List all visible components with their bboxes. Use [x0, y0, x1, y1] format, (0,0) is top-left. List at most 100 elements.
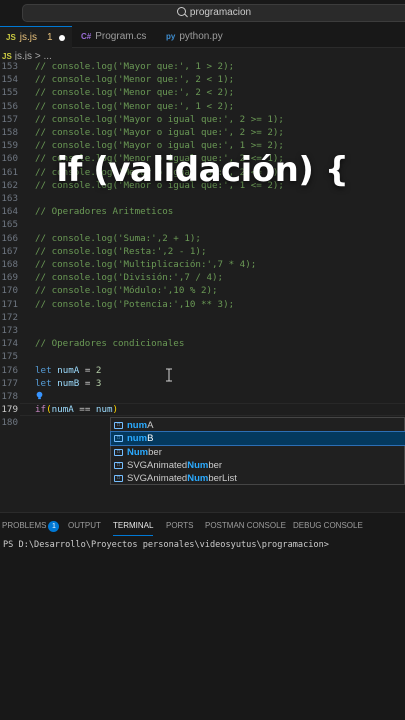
code-line[interactable]: 176 let numA = 2	[0, 364, 405, 377]
code-line[interactable]: 173	[0, 324, 405, 337]
tab-debug-console[interactable]: DEBUG CONSOLE	[293, 520, 363, 532]
code-line[interactable]: 179 if(numA == num)	[0, 403, 405, 416]
line-number: 176	[1, 364, 18, 376]
problem-count: 1	[47, 32, 53, 43]
tab-js[interactable]: JS js.js 1	[0, 26, 72, 48]
line-number: 171	[1, 298, 18, 310]
suggestion-item[interactable]: □ numA	[111, 419, 405, 432]
code-text[interactable]: if(numA == num)	[35, 403, 118, 416]
code-text[interactable]: // console.log('Menor que:', 1 < 2);	[35, 100, 234, 113]
line-number: 163	[1, 193, 18, 204]
autocomplete-suggestions[interactable]: □ numA □ numB □ Number □ SVGAnimatedNumber □ SVGA…	[110, 417, 405, 485]
lightbulb-icon[interactable]	[35, 391, 44, 400]
suggestion-suffix: A	[147, 420, 154, 431]
suggestion-item[interactable]: □ SVGAnimatedNumber	[111, 459, 405, 472]
code-text[interactable]: // console.log('Suma:',2 + 1);	[35, 232, 201, 245]
bottom-panel: PROBLEMS 1 OUTPUT TERMINAL PORTS POSTMAN …	[0, 512, 405, 720]
line-number: 172	[1, 311, 18, 323]
line-number: 166	[1, 232, 18, 244]
code-line[interactable]: 155 // console.log('Menor que:', 2 < 2);	[0, 86, 405, 99]
code-text[interactable]: // console.log('Mayor o igual que:', 2 >…	[35, 126, 284, 139]
code-text[interactable]: // console.log('Mayor o igual que:', 2 >…	[35, 113, 284, 126]
code-line[interactable]: 163	[0, 192, 405, 205]
tab-postman-console[interactable]: POSTMAN CONSOLE	[205, 520, 286, 532]
code-line[interactable]: 178	[0, 390, 405, 403]
line-number: 156	[1, 100, 18, 112]
code-text[interactable]: // console.log('Menor que:', 2 < 1);	[35, 73, 234, 86]
suggestion-prefix: SVGAnimated	[127, 473, 188, 485]
suggestion-suffix: berList	[208, 473, 237, 485]
line-number: 165	[1, 219, 18, 231]
suggestion-item[interactable]: □ numB	[110, 431, 405, 447]
code-line[interactable]: 165	[0, 218, 405, 231]
code-text[interactable]: // console.log('Menor que:', 2 < 2);	[35, 86, 234, 99]
code-line[interactable]: 171 // console.log('Potencia:',10 ** 3);	[0, 298, 405, 311]
suggestion-match: num	[127, 433, 148, 445]
suggestion-suffix: ber	[208, 459, 223, 471]
line-number: 180	[1, 417, 18, 429]
title-bar: programacion	[0, 0, 405, 26]
tab-problems[interactable]: PROBLEMS 1	[2, 520, 60, 532]
suggestion-suffix: ber	[148, 446, 162, 458]
tab-label: Program.cs	[95, 31, 147, 42]
suggestion-item[interactable]: □ Number	[111, 446, 405, 459]
line-number: 158	[1, 127, 18, 138]
problems-badge: 1	[48, 521, 60, 532]
line-number: 155	[1, 87, 18, 99]
code-text[interactable]: // console.log('Resta:',2 - 1);	[35, 245, 206, 258]
code-line[interactable]: 157 // console.log('Mayor o igual que:', …	[0, 113, 405, 126]
tab-python-py[interactable]: py python.py	[160, 26, 235, 48]
code-line[interactable]: 167 // console.log('Resta:',2 - 1);	[0, 245, 405, 258]
suggestion-match: Num	[127, 446, 149, 458]
code-text[interactable]: // console.log('Potencia:',10 ** 3);	[35, 298, 234, 311]
tab-program-cs[interactable]: C# Program.cs	[75, 26, 157, 48]
line-number: 177	[1, 377, 18, 389]
variable-symbol-icon: □	[114, 448, 123, 456]
search-icon	[176, 7, 186, 16]
line-number: 154	[1, 74, 18, 86]
code-line[interactable]: 172	[0, 311, 405, 324]
csharp-file-icon: C#	[81, 32, 92, 41]
code-text[interactable]: // Operadores Aritmeticos	[35, 205, 173, 218]
code-line[interactable]: 170 // console.log('Módulo:',10 % 2);	[0, 284, 405, 297]
editor-tab-bar: JS js.js 1 C# Program.cs py python.py	[0, 26, 405, 48]
line-number: 178	[1, 391, 18, 402]
variable-symbol-icon: □	[114, 435, 123, 443]
code-line[interactable]: 164 // Operadores Aritmeticos	[0, 205, 405, 218]
code-text[interactable]: let numB = 3	[35, 377, 101, 390]
variable-symbol-icon: □	[114, 422, 123, 429]
tab-output[interactable]: OUTPUT	[68, 520, 101, 532]
code-text[interactable]: // console.log('Multiplicación:',7 * 4);	[35, 258, 256, 271]
variable-symbol-icon: □	[114, 461, 123, 469]
tab-terminal[interactable]: TERMINAL	[113, 520, 154, 536]
tab-ports[interactable]: PORTS	[166, 520, 193, 532]
suggestion-item[interactable]: □ SVGAnimatedNumberList	[111, 472, 405, 485]
variable-symbol-icon: □	[114, 475, 123, 483]
video-caption-title: if (validación) {	[56, 150, 349, 190]
code-line[interactable]: 174 // Operadores condicionales	[0, 337, 405, 350]
line-number: 169	[1, 272, 18, 284]
code-text[interactable]: // console.log('División:',7 / 4);	[35, 271, 223, 284]
code-text[interactable]: // Operadores condicionales	[35, 337, 184, 350]
code-line[interactable]: 177 let numB = 3	[0, 377, 405, 390]
code-line[interactable]: 175	[0, 350, 405, 363]
code-line[interactable]: 158 // console.log('Mayor o igual que:', …	[0, 126, 405, 139]
unsaved-dot-icon[interactable]	[59, 35, 65, 41]
line-number: 168	[1, 259, 18, 270]
line-number: 175	[1, 351, 18, 363]
code-line[interactable]: 168 // console.log('Multiplicación:',7 * …	[0, 258, 405, 271]
command-center-search[interactable]: programacion	[22, 4, 405, 22]
code-text[interactable]: // console.log('Mayor que:', 1 > 2);	[35, 60, 234, 73]
terminal-prompt[interactable]: PS D:\Desarrollo\Proyectos personales\vi…	[3, 540, 329, 550]
code-line[interactable]: 166 // console.log('Suma:',2 + 1);	[0, 232, 405, 245]
code-line[interactable]: 154 // console.log('Menor que:', 2 < 1);	[0, 73, 405, 86]
code-line[interactable]: 169 // console.log('División:',7 / 4);	[0, 271, 405, 284]
line-number: 174	[1, 338, 18, 350]
tab-label: PROBLEMS	[2, 521, 47, 530]
code-text[interactable]: let numA = 2	[35, 364, 101, 377]
python-file-icon: py	[166, 32, 176, 41]
code-text[interactable]: // console.log('Módulo:',10 % 2);	[35, 284, 218, 297]
line-number: 170	[1, 285, 18, 297]
code-line[interactable]: 156 // console.log('Menor que:', 1 < 2);	[0, 100, 405, 113]
code-line[interactable]: 153 // console.log('Mayor que:', 1 > 2);	[0, 60, 405, 73]
